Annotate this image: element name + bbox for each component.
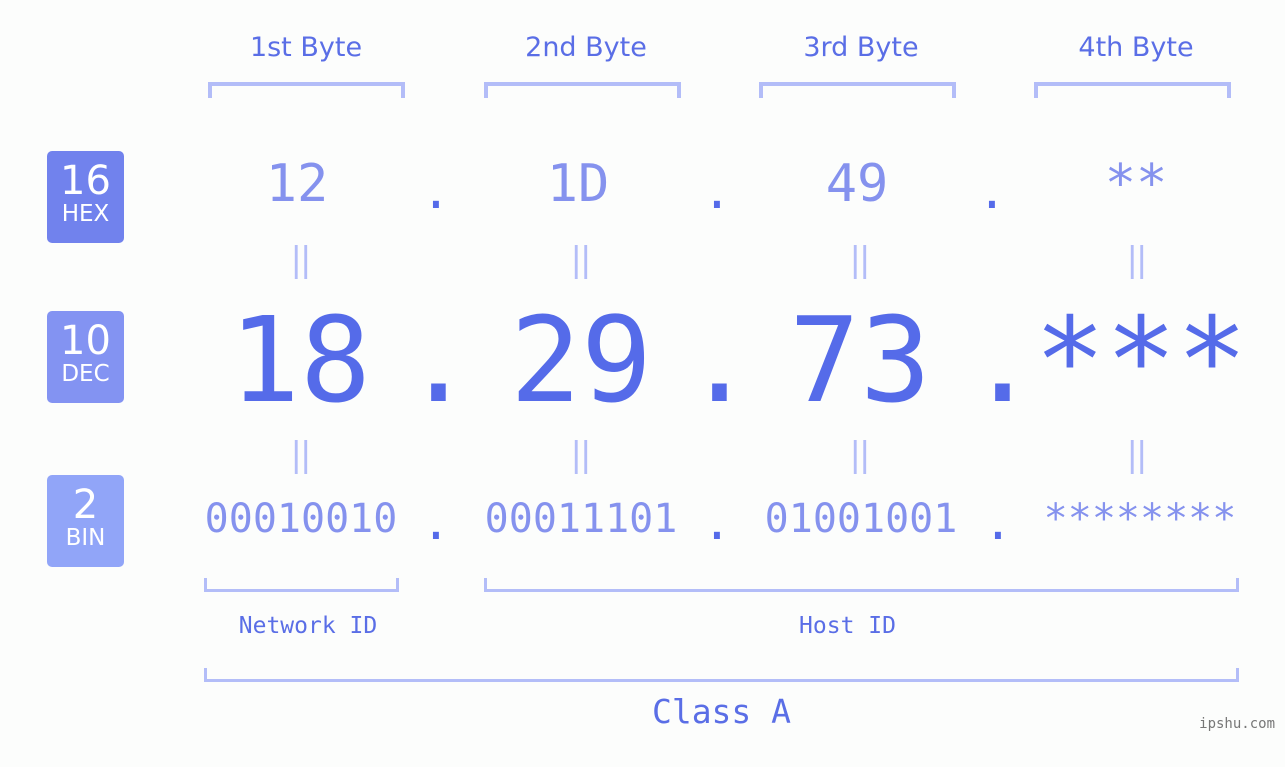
bin-byte-1: 00010010 [204,496,398,542]
class-label: Class A [651,692,792,731]
bin-byte-2: 00011101 [484,496,678,542]
dec-byte-4: *** [1034,291,1248,429]
byte-bracket-1 [208,82,405,98]
byte-bracket-2 [484,82,681,98]
equals-dec-bin-2: || [570,435,592,475]
dec-byte-3: 73 [788,291,932,429]
equals-hex-dec-4: || [1126,240,1148,280]
hex-base: 16 [60,158,111,204]
hex-byte-3: 49 [825,154,889,214]
network-id-bracket [204,578,399,592]
hex-separator-3: . [977,164,1007,220]
dec-base: 10 [60,318,111,364]
dec-byte-1: 18 [228,291,372,429]
hex-badge: 16 HEX [47,151,124,243]
hex-byte-2: 1D [546,154,610,214]
equals-dec-bin-3: || [849,435,871,475]
network-id-label: Network ID [238,613,378,639]
dec-byte-2: 29 [509,291,653,429]
equals-hex-dec-1: || [290,240,312,280]
host-id-label: Host ID [799,613,896,639]
bin-byte-4: ******** [1043,496,1237,542]
hex-byte-4: ** [1104,154,1168,214]
byte-header-1: 1st Byte [249,32,363,63]
host-id-bracket [484,578,1239,592]
byte-header-4: 4th Byte [1078,32,1194,63]
equals-dec-bin-4: || [1126,435,1148,475]
equals-hex-dec-2: || [570,240,592,280]
bin-base: 2 [72,482,99,528]
hex-byte-1: 12 [265,154,329,214]
byte-bracket-3 [759,82,956,98]
byte-header-2: 2nd Byte [525,32,647,63]
hex-label: HEX [61,201,110,227]
bin-byte-3: 01001001 [764,496,958,542]
hex-separator-2: . [702,164,732,220]
dec-badge: 10 DEC [47,311,124,403]
bin-label: BIN [65,525,106,551]
equals-hex-dec-3: || [849,240,871,280]
hex-separator-1: . [421,164,451,220]
byte-bracket-4 [1034,82,1231,98]
dec-label: DEC [61,361,110,387]
equals-dec-bin-1: || [290,435,312,475]
watermark: ipshu.com [1199,716,1275,732]
bin-badge: 2 BIN [47,475,124,567]
byte-header-3: 3rd Byte [803,32,919,63]
class-bracket [204,668,1239,682]
